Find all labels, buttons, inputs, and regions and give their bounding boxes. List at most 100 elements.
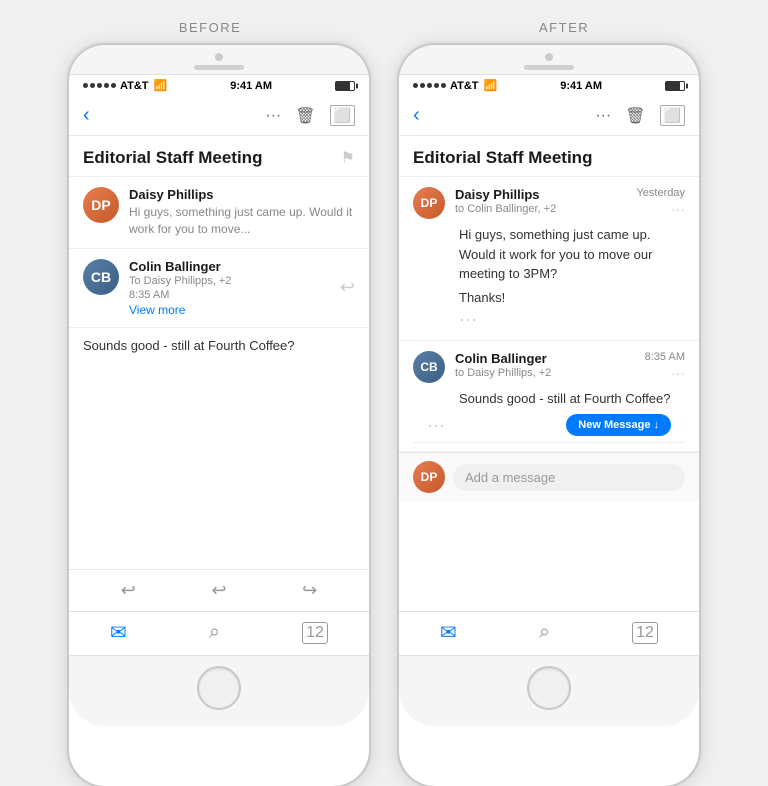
after-phone: AT&T 📶 9:41 AM ‹ — [399, 45, 699, 786]
before-daisy-body: Daisy Phillips Hi guys, something just c… — [129, 187, 355, 238]
before-daisy-preview: Hi guys, something just came up. Would i… — [129, 204, 355, 238]
before-colin-sender: Colin Ballinger — [129, 259, 330, 274]
after-phone-shell: AT&T 📶 9:41 AM ‹ — [399, 45, 699, 786]
after-colin-sender: Colin Ballinger — [455, 351, 635, 366]
after-signal-dot-1 — [413, 83, 418, 88]
before-view-more[interactable]: View more — [129, 303, 330, 317]
after-daisy-ellipsis: ··· — [413, 307, 685, 332]
before-colin-avatar: CB — [83, 259, 119, 295]
after-signal-dot-2 — [420, 83, 425, 88]
after-compose-input[interactable]: Add a message — [453, 464, 685, 491]
after-daisy-header-right: Yesterday ··· — [636, 187, 685, 217]
after-colin-avatar: CB — [413, 351, 445, 383]
after-more-icon[interactable]: ··· — [595, 107, 611, 125]
after-camera — [545, 53, 553, 61]
after-status-right — [665, 81, 685, 91]
after-new-msg-bar: ··· New Message ↓ — [413, 408, 685, 443]
after-msg-daisy: DP Daisy Phillips to Colin Ballinger, +2… — [399, 177, 699, 341]
before-reply-icon: ↩ — [340, 277, 355, 298]
before-phone: AT&T 📶 9:41 AM ‹ — [69, 45, 369, 786]
after-phone-bottom — [399, 655, 699, 726]
after-daisy-header: DP Daisy Phillips to Colin Ballinger, +2… — [413, 187, 685, 219]
after-phone-top — [399, 45, 699, 75]
after-daisy-header-info: Daisy Phillips to Colin Ballinger, +2 — [455, 187, 626, 215]
before-phone-top — [69, 45, 369, 75]
after-content-area: Editorial Staff Meeting DP Daisy Phillip… — [399, 136, 699, 611]
after-time: 9:41 AM — [560, 80, 602, 92]
signal-dot-2 — [90, 83, 95, 88]
before-search-tab[interactable]: ⌕ — [209, 621, 220, 644]
after-battery — [665, 81, 685, 91]
after-back-chevron-icon: ‹ — [413, 104, 420, 127]
after-mail-tab[interactable]: ✉ — [440, 620, 457, 645]
after-toolbar-right: ··· 🗑 ⬜ — [595, 105, 685, 126]
before-msg-colin[interactable]: CB Colin Ballinger To Daisy Philipps, +2… — [69, 249, 369, 328]
after-daisy-sender: Daisy Phillips — [455, 187, 626, 202]
before-phone-bottom — [69, 655, 369, 726]
after-new-msg-button[interactable]: New Message ↓ — [566, 414, 671, 436]
after-search-tab[interactable]: ⌕ — [539, 621, 550, 644]
before-plain-msg: Sounds good - still at Fourth Coffee? — [69, 328, 369, 363]
after-daisy-avatar: DP — [413, 187, 445, 219]
after-signal-dots — [413, 83, 446, 88]
after-daisy-text: Hi guys, something just came up. Would i… — [413, 225, 685, 284]
after-compose-bar: DP Add a message — [399, 452, 699, 501]
before-colin-to: To Daisy Philipps, +2 — [129, 275, 330, 287]
after-status-bar: AT&T 📶 9:41 AM — [399, 75, 699, 96]
after-trash-icon[interactable]: 🗑 — [625, 106, 645, 126]
labels-row: BEFORE AFTER — [30, 20, 738, 35]
before-mail-tab[interactable]: ✉ — [110, 620, 127, 645]
before-toolbar-right: ··· 🗑 ⬜ — [265, 105, 355, 126]
before-msg-daisy[interactable]: DP Daisy Phillips Hi guys, something jus… — [69, 177, 369, 249]
after-wifi-icon: 📶 — [484, 79, 498, 92]
archive-icon[interactable]: ⬜ — [330, 105, 355, 126]
reply-all-left-icon[interactable]: ↩ — [121, 580, 136, 601]
after-daisy-to: to Colin Ballinger, +2 — [455, 203, 626, 215]
signal-dots — [83, 83, 116, 88]
page-wrapper: BEFORE AFTER — [0, 0, 768, 768]
phones-row: AT&T 📶 9:41 AM ‹ — [69, 45, 699, 786]
signal-dot-1 — [83, 83, 88, 88]
signal-dot-4 — [104, 83, 109, 88]
after-daisy-dots[interactable]: ··· — [636, 201, 685, 217]
before-status-bar: AT&T 📶 9:41 AM — [69, 75, 369, 96]
after-daisy-date: Yesterday — [636, 187, 685, 199]
before-wifi-icon: 📶 — [154, 79, 168, 92]
before-calendar-tab[interactable]: 12 — [302, 622, 328, 644]
before-colin-time: 8:35 AM — [129, 289, 330, 301]
after-colin-to: to Daisy Phillips, +2 — [455, 367, 635, 379]
after-colin-header-right: 8:35 AM ··· — [645, 351, 685, 381]
after-colin-header-info: Colin Ballinger to Daisy Phillips, +2 — [455, 351, 635, 379]
before-label: BEFORE — [179, 20, 241, 35]
after-colin-ellipsis: ··· — [427, 415, 445, 436]
after-battery-fill — [666, 82, 680, 90]
speaker — [194, 65, 244, 70]
before-home-button[interactable] — [197, 666, 241, 710]
after-tab-bar: ✉ ⌕ 12 — [399, 611, 699, 655]
camera — [215, 53, 223, 61]
reply-icon-center[interactable]: ↩ — [211, 580, 226, 601]
after-colin-header: CB Colin Ballinger to Daisy Phillips, +2… — [413, 351, 685, 383]
after-calendar-tab[interactable]: 12 — [632, 622, 658, 644]
after-signal-dot-5 — [441, 83, 446, 88]
after-colin-dots[interactable]: ··· — [645, 365, 685, 381]
before-status-left: AT&T 📶 — [83, 79, 167, 92]
after-back-button[interactable]: ‹ — [413, 104, 420, 127]
before-phone-shell: AT&T 📶 9:41 AM ‹ — [69, 45, 369, 786]
forward-icon[interactable]: ↪ — [302, 580, 317, 601]
after-colin-time: 8:35 AM — [645, 351, 685, 363]
before-daisy-sender: Daisy Phillips — [129, 187, 355, 202]
before-thread-title-row: Editorial Staff Meeting ⚑ — [69, 136, 369, 177]
after-signal-dot-3 — [427, 83, 432, 88]
before-time: 9:41 AM — [230, 80, 272, 92]
after-archive-icon[interactable]: ⬜ — [660, 105, 685, 126]
after-colin-text: Sounds good - still at Fourth Coffee? — [413, 389, 685, 409]
after-home-button[interactable] — [527, 666, 571, 710]
before-bottom-actions: ↩ ↩ ↪ — [69, 569, 369, 611]
before-carrier: AT&T — [120, 80, 149, 92]
more-icon[interactable]: ··· — [265, 107, 281, 125]
trash-icon[interactable]: 🗑 — [295, 106, 315, 126]
before-back-button[interactable]: ‹ — [83, 104, 90, 127]
flag-icon[interactable]: ⚑ — [341, 148, 355, 168]
after-compose-avatar: DP — [413, 461, 445, 493]
